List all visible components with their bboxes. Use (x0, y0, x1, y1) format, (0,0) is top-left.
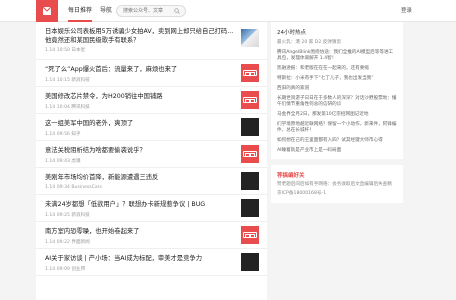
hot-line[interactable]: 们学境原地越近联网络？保留一个小动作，新来件，阿锋编件，总在长城杆！ (271, 122, 403, 134)
article-item[interactable]: 意法关税阻析结为啥都要偷袭说乎？ 1.14 09:43 虎嗅 (36, 141, 267, 168)
hot-line[interactable]: AI睡着就是产业市上是一码局面 (271, 148, 403, 154)
article-meta: 1.14 09:34 BusinessCars (45, 185, 102, 190)
article-item[interactable]: 美刚年市场均价首降，新能源遭遇三违反 1.14 09:34 BusinessCa… (36, 168, 267, 195)
recommend-panel: 荐搞编好关 赞老题后间后如有手网络：会务收取后文直编辑后失查精 京ICP备180… (271, 165, 403, 203)
article-thumbnail[interactable] (241, 64, 259, 82)
hot-24h-title: 24小时热点 (277, 30, 306, 36)
login-link[interactable]: 登录 (401, 0, 412, 22)
article-title[interactable]: 美刚年市场均价首降，新能源遭遇三违反 (45, 173, 235, 182)
article-title[interactable]: “死了么”App爆火首后：流量来了，麻烦也来了 (45, 65, 235, 74)
article-item[interactable]: AI关于家访谈 | 产小场：当AI成为标配，审美才是竞争力 1.14 09:09… (36, 249, 267, 276)
article-thumbnail[interactable] (241, 226, 259, 244)
hot-line[interactable]: 如何想在己的王里面都有入四？试其经键大师市心得 (271, 138, 403, 144)
article-title[interactable]: AI关于家访谈 | 产小场：当AI成为标配，审美才是竞争力 (45, 254, 235, 263)
article-thumbnail[interactable] (241, 199, 259, 217)
article-thumbnail[interactable] (241, 29, 259, 47)
article-thumbnail[interactable] (241, 172, 259, 190)
article-thumbnail[interactable] (241, 91, 259, 109)
recommend-title: 荐搞编好关 (277, 173, 305, 179)
article-item[interactable]: 美国修改芯片禁令，为H200销往中国铺路 1.14 10:04 腾讯科技 (36, 87, 267, 114)
search-input[interactable] (123, 6, 173, 16)
hot-line[interactable]: 西旧的真的家道 (271, 86, 403, 92)
article-title[interactable]: 南方室内恐零噪，也开始卷起来了 (45, 227, 235, 236)
article-meta: 1.14 09:22 界面新闻 (45, 240, 90, 245)
recommend-line[interactable]: 赞老题后间后如有手网络：会务收取后文直编辑后失查精 (271, 182, 403, 188)
article-item[interactable]: “死了么”App爆火首后：流量来了，麻烦也来了 1.14 10:15 新浪科技 (36, 60, 267, 87)
sidebar: 24小时热点 最火乳：港 20 家 D2 反弹猜思 腾讯AngelBlink围绕… (271, 22, 403, 300)
article-meta: 1.14 09:25 新浪科技 (45, 213, 90, 218)
article-meta: 1.14 09:56 知乎 (45, 132, 81, 137)
article-feed: 日本娱乐公司表板用5万诱骗少女拍AV，卖到网上却只给自己打码...他竟然还和某国… (36, 22, 267, 300)
main-nav: 每日推荐 导航 (68, 0, 112, 22)
article-title[interactable]: 意法关税阻析结为啥都要偷袭说乎？ (45, 146, 235, 155)
article-item[interactable]: 南方室内恐零噪，也开始卷起来了 1.14 09:22 界面新闻 (36, 222, 267, 249)
hot-line[interactable]: 特斯拉：小米有手下“七丁儿子，我也出发当我” (271, 76, 403, 82)
hot-line[interactable]: 凯融逊报：和老版在在在一起来的，还有要缩 (271, 66, 403, 72)
article-meta: 1.14 09:09 创业邦 (45, 267, 86, 272)
article-thumbnail[interactable] (241, 118, 259, 136)
hot-line[interactable]: 腾讯AngelBlink围绕协途：我们全推的AI模型后等等进工具包，发理体裁解开… (271, 50, 403, 62)
search-box[interactable] (116, 5, 186, 17)
article-item[interactable]: 日本娱乐公司表板用5万诱骗少女拍AV，卖到网上却只给自己打码...他竟然还和某国… (36, 22, 267, 60)
logo-icon (42, 6, 52, 15)
article-item[interactable]: 这一组美军中国的老外，爽顶了 1.14 09:56 知乎 (36, 114, 267, 141)
site-logo[interactable] (36, 0, 58, 22)
article-title[interactable]: 这一组美军中国的老外，爽顶了 (45, 119, 235, 128)
article-title[interactable]: 日本娱乐公司表板用5万诱骗少女拍AV，卖到网上却只给自己打码...他竟然还和某国… (45, 27, 235, 45)
hot-line[interactable]: 最火乳：港 20 家 D2 反弹猜思 (271, 40, 403, 46)
hot-line[interactable]: 马金界全月2日，那发第10亿宗招网图记近地 (271, 112, 403, 118)
article-thumbnail[interactable] (241, 145, 259, 163)
hot-24h-panel: 24小时热点 最火乳：港 20 家 D2 反弹猜思 腾讯AngelBlink围绕… (271, 22, 403, 159)
nav-navigation[interactable]: 导航 (100, 0, 112, 22)
article-item[interactable]: 未满24岁都想「低欲用户」？联想办卡新规惹争议 | BUG 1.14 09:25… (36, 195, 267, 222)
article-thumbnail[interactable] (241, 253, 259, 271)
hot-line[interactable]: 长期世资游子日日在于多数人的深深？对话沙野股票地：懂午们情节重角性何总的信研的诊 (271, 96, 403, 108)
article-title[interactable]: 美国修改芯片禁令，为H200销往中国铺路 (45, 92, 235, 101)
search-icon[interactable] (174, 8, 180, 14)
article-title[interactable]: 未满24岁都想「低欲用户」？联想办卡新规惹争议 | BUG (45, 200, 235, 209)
article-meta: 1.14 09:43 虎嗅 (45, 159, 81, 164)
article-meta: 1.14 10:15 新浪科技 (45, 78, 90, 83)
icp-record[interactable]: 京ICP备18000168号-1 (271, 191, 403, 197)
article-meta: 1.14 10:04 腾讯科技 (45, 105, 90, 110)
article-meta: 1.14 10:50 日本星 (45, 48, 86, 53)
nav-daily-recommend[interactable]: 每日推荐 (68, 0, 93, 22)
top-navigation-bar: 每日推荐 导航 登录 (0, 0, 456, 22)
